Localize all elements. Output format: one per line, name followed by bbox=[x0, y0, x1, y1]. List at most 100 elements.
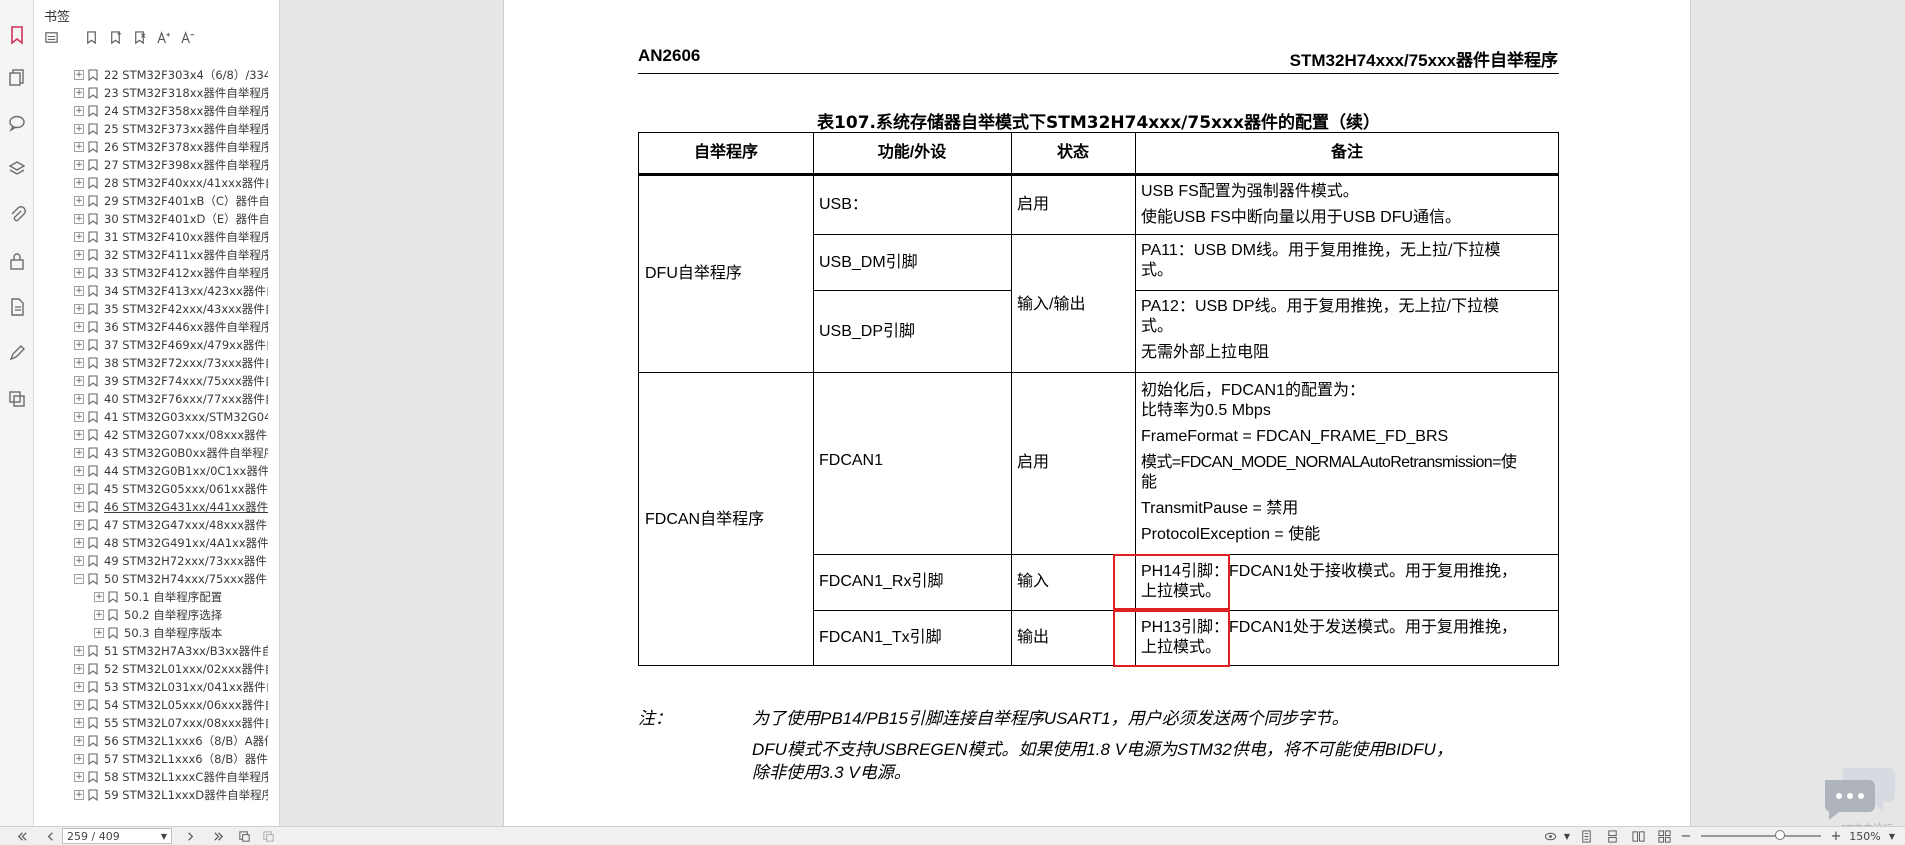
bookmark-item[interactable]: +59 STM32L1xxxD器件自举程序 bbox=[34, 786, 268, 804]
bookmark-item[interactable]: +42 STM32G07xxx/08xxx器件自举程 bbox=[34, 426, 268, 444]
bookmark-item[interactable]: +50.3 自举程序版本 bbox=[34, 624, 268, 642]
expand-toggle-icon[interactable]: + bbox=[94, 628, 104, 638]
continuous-page-icon[interactable] bbox=[1599, 827, 1625, 845]
paste-page-icon[interactable] bbox=[256, 827, 280, 845]
expand-toggle-icon[interactable]: + bbox=[74, 772, 84, 782]
expand-toggle-icon[interactable]: + bbox=[74, 250, 84, 260]
bookmark-item[interactable]: +52 STM32L01xxx/02xxx器件自举程 bbox=[34, 660, 268, 678]
bookmark-item[interactable]: +31 STM32F410xx器件自举程序 bbox=[34, 228, 268, 246]
bookmark-item[interactable]: +25 STM32F373xx器件自举程序 bbox=[34, 120, 268, 138]
attachment-icon[interactable] bbox=[0, 192, 34, 238]
bookmark-item[interactable]: +56 STM32L1xxx6（8/B）A器件自举 bbox=[34, 732, 268, 750]
expand-toggle-icon[interactable]: + bbox=[74, 736, 84, 746]
forum-chat-icon[interactable] bbox=[1823, 760, 1897, 820]
page-icon[interactable] bbox=[0, 284, 34, 330]
bookmark-item[interactable]: +57 STM32L1xxx6（8/B）器件自举 bbox=[34, 750, 268, 768]
expand-toggle-icon[interactable]: + bbox=[74, 430, 84, 440]
bookmark-item[interactable]: +23 STM32F318xx器件自举程序 bbox=[34, 84, 268, 102]
bookmark-item[interactable]: +49 STM32H72xxx/73xxx器件自举程 bbox=[34, 552, 268, 570]
delete-bookmark-icon[interactable] bbox=[130, 28, 148, 46]
expand-toggle-icon[interactable]: + bbox=[74, 232, 84, 242]
last-page-icon[interactable] bbox=[204, 827, 232, 845]
expand-toggle-icon[interactable]: + bbox=[74, 520, 84, 530]
bookmark-item[interactable]: +50.2 自举程序选择 bbox=[34, 606, 268, 624]
view-mode-eye-icon[interactable] bbox=[1539, 827, 1561, 845]
bookmark-item[interactable]: +30 STM32F401xD（E）器件自举程 bbox=[34, 210, 268, 228]
increase-font-icon[interactable] bbox=[154, 28, 172, 46]
bookmark-item[interactable]: +24 STM32F358xx器件自举程序 bbox=[34, 102, 268, 120]
first-page-icon[interactable] bbox=[6, 827, 38, 845]
expand-toggle-icon[interactable]: + bbox=[74, 484, 84, 494]
expand-toggle-icon[interactable]: + bbox=[74, 268, 84, 278]
bookmark-item[interactable]: +39 STM32F74xxx/75xxx器件自举程 bbox=[34, 372, 268, 390]
prev-page-icon[interactable] bbox=[38, 827, 62, 845]
bookmark-item[interactable]: +44 STM32G0B1xx/0C1xx器件自举程 bbox=[34, 462, 268, 480]
expand-toggle-icon[interactable]: + bbox=[74, 466, 84, 476]
zoom-level[interactable]: 150% bbox=[1845, 827, 1885, 845]
expand-toggle-icon[interactable]: + bbox=[74, 340, 84, 350]
expand-toggle-icon[interactable]: + bbox=[74, 322, 84, 332]
expand-toggle-icon[interactable]: + bbox=[74, 538, 84, 548]
zoom-dropdown-icon[interactable]: ▼ bbox=[1885, 827, 1899, 845]
layers-icon[interactable] bbox=[0, 146, 34, 192]
bookmark-item[interactable]: +32 STM32F411xx器件自举程序 bbox=[34, 246, 268, 264]
pages-thumbnail-icon[interactable] bbox=[0, 54, 34, 100]
expand-toggle-icon[interactable]: + bbox=[74, 754, 84, 764]
bookmark-item[interactable]: +54 STM32L05xxx/06xxx器件自举程 bbox=[34, 696, 268, 714]
two-page-continuous-icon[interactable] bbox=[1651, 827, 1677, 845]
expand-toggle-icon[interactable]: + bbox=[74, 304, 84, 314]
expand-toggle-icon[interactable]: + bbox=[74, 682, 84, 692]
bookmark-item[interactable]: +53 STM32L031xx/041xx器件自举程 bbox=[34, 678, 268, 696]
bookmark-item[interactable]: +27 STM32F398xx器件自举程序 bbox=[34, 156, 268, 174]
bookmark-item[interactable]: +38 STM32F72xxx/73xxx器件自举程 bbox=[34, 354, 268, 372]
bookmark-item[interactable]: +46 STM32G431xx/441xx器件自举程 bbox=[34, 498, 268, 516]
expand-toggle-icon[interactable]: + bbox=[94, 592, 104, 602]
bookmark-item[interactable]: +37 STM32F469xx/479xx器件自举程 bbox=[34, 336, 268, 354]
bookmark-item[interactable]: +35 STM32F42xxx/43xxx器件自举程 bbox=[34, 300, 268, 318]
page-dropdown-icon[interactable]: ▼ bbox=[161, 832, 167, 841]
expand-toggle-icon[interactable]: − bbox=[74, 574, 84, 584]
expand-toggle-icon[interactable]: + bbox=[74, 556, 84, 566]
expand-toggle-icon[interactable]: + bbox=[74, 394, 84, 404]
page-number-input[interactable]: 259 / 409 ▼ bbox=[62, 828, 172, 844]
bookmark-item[interactable]: +40 STM32F76xxx/77xxx器件自举程 bbox=[34, 390, 268, 408]
bookmark-item[interactable]: +51 STM32H7A3xx/B3xx器件自举程 bbox=[34, 642, 268, 660]
expand-toggle-icon[interactable]: + bbox=[74, 124, 84, 134]
bookmark-item[interactable]: +33 STM32F412xx器件自举程序 bbox=[34, 264, 268, 282]
view-mode-dropdown-icon[interactable]: ▼ bbox=[1561, 827, 1573, 845]
compare-icon[interactable] bbox=[0, 376, 34, 422]
single-page-icon[interactable] bbox=[1573, 827, 1599, 845]
expand-toggle-icon[interactable]: + bbox=[74, 196, 84, 206]
comments-icon[interactable] bbox=[0, 100, 34, 146]
bookmark-item[interactable]: +48 STM32G491xx/4A1xx器件自举 bbox=[34, 534, 268, 552]
expand-toggle-icon[interactable]: + bbox=[74, 214, 84, 224]
bookmark-item[interactable]: +43 STM32G0B0xx器件自举程序 bbox=[34, 444, 268, 462]
bookmark-item[interactable]: − 50 STM32H74xxx/75xxx器件自举程 bbox=[34, 570, 268, 588]
expand-toggle-icon[interactable]: + bbox=[94, 610, 104, 620]
bookmark-item[interactable]: +45 STM32G05xxx/061xx器件自举程 bbox=[34, 480, 268, 498]
zoom-slider[interactable] bbox=[1701, 830, 1821, 840]
expand-toggle-icon[interactable]: + bbox=[74, 160, 84, 170]
expand-toggle-icon[interactable]: + bbox=[74, 286, 84, 296]
expand-toggle-icon[interactable]: + bbox=[74, 718, 84, 728]
bookmark-item[interactable]: +58 STM32L1xxxC器件自举程序 bbox=[34, 768, 268, 786]
expand-toggle-icon[interactable]: + bbox=[74, 412, 84, 422]
bookmark-item[interactable]: +41 STM32G03xxx/STM32G04xxx器 bbox=[34, 408, 268, 426]
expand-toggle-icon[interactable]: + bbox=[74, 358, 84, 368]
add-child-bookmark-icon[interactable] bbox=[106, 28, 124, 46]
zoom-in-icon[interactable]: + bbox=[1827, 827, 1845, 845]
expand-toggle-icon[interactable]: + bbox=[74, 664, 84, 674]
zoom-out-icon[interactable]: − bbox=[1677, 827, 1695, 845]
bookmark-item[interactable]: +47 STM32G47xxx/48xxx器件自举程 bbox=[34, 516, 268, 534]
expand-toggle-icon[interactable]: + bbox=[74, 646, 84, 656]
bookmark-item[interactable]: +22 STM32F303x4（6/8）/334xx/3 bbox=[34, 66, 268, 84]
expand-toggle-icon[interactable]: + bbox=[74, 142, 84, 152]
bookmark-item[interactable]: +34 STM32F413xx/423xx器件自举程 bbox=[34, 282, 268, 300]
expand-toggle-icon[interactable]: + bbox=[74, 106, 84, 116]
expand-toggle-icon[interactable]: + bbox=[74, 178, 84, 188]
expand-toggle-icon[interactable]: + bbox=[74, 502, 84, 512]
zoom-slider-knob[interactable] bbox=[1775, 830, 1785, 840]
expand-toggle-icon[interactable]: + bbox=[74, 70, 84, 80]
bookmark-panel-icon[interactable] bbox=[0, 16, 34, 54]
copy-page-icon[interactable] bbox=[232, 827, 256, 845]
